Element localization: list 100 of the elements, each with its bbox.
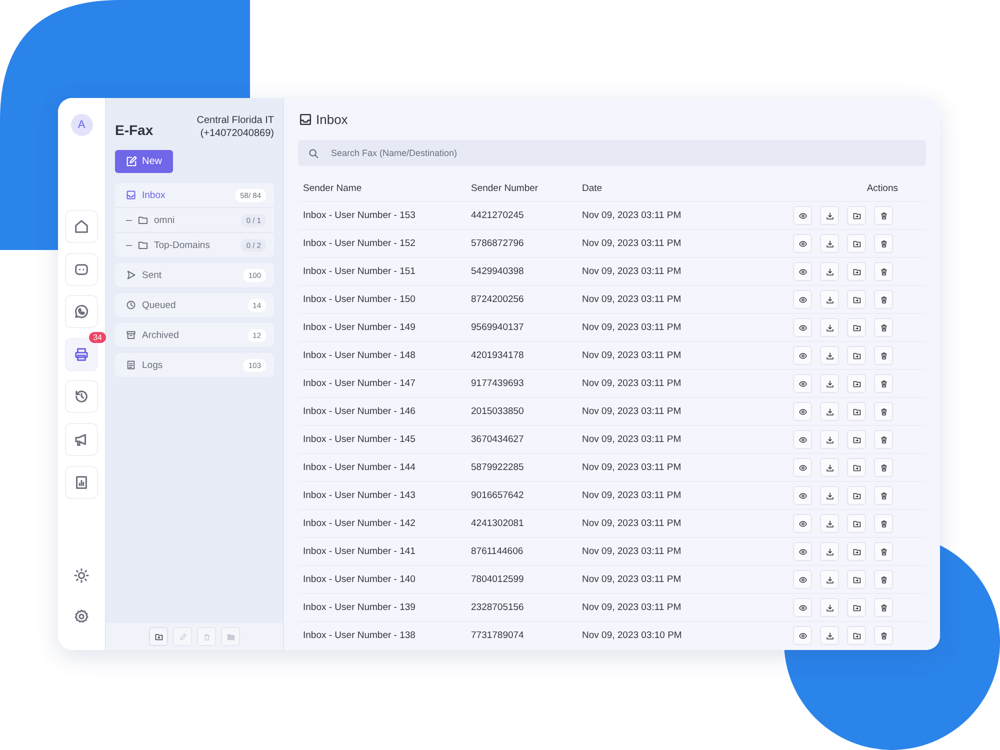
- delete-button[interactable]: [874, 514, 893, 533]
- download-button[interactable]: [820, 570, 839, 589]
- download-button[interactable]: [820, 346, 839, 365]
- move-button[interactable]: [847, 430, 866, 449]
- download-button[interactable]: [820, 598, 839, 617]
- table-cell: 9016657642: [466, 482, 577, 510]
- move-button[interactable]: [847, 346, 866, 365]
- table-cell: Nov 09, 2023 03:11 PM: [577, 594, 732, 622]
- download-button[interactable]: [820, 206, 839, 225]
- table-cell: Inbox - User Number - 149: [298, 314, 466, 342]
- move-button[interactable]: [847, 598, 866, 617]
- download-button[interactable]: [820, 626, 839, 645]
- report-icon: [74, 474, 89, 490]
- rail-nav-button[interactable]: [65, 422, 98, 456]
- move-button[interactable]: [847, 514, 866, 533]
- view-button[interactable]: [793, 206, 812, 225]
- move-button[interactable]: [847, 542, 866, 561]
- folder-tool-button[interactable]: [149, 627, 168, 646]
- download-button[interactable]: [820, 402, 839, 421]
- folder-icon: [138, 215, 148, 225]
- avatar[interactable]: A: [70, 114, 92, 136]
- table-cell: 5786872796: [466, 230, 577, 258]
- delete-button[interactable]: [874, 234, 893, 253]
- trash-icon: [880, 632, 888, 640]
- download-button[interactable]: [820, 262, 839, 281]
- delete-button[interactable]: [874, 346, 893, 365]
- download-button[interactable]: [820, 374, 839, 393]
- move-button[interactable]: [847, 318, 866, 337]
- download-icon: [826, 240, 834, 248]
- move-button[interactable]: [847, 206, 866, 225]
- move-button[interactable]: [847, 234, 866, 253]
- table-cell: 4201934178: [466, 342, 577, 370]
- move-button[interactable]: [847, 458, 866, 477]
- download-button[interactable]: [820, 458, 839, 477]
- view-button[interactable]: [793, 346, 812, 365]
- delete-button[interactable]: [874, 262, 893, 281]
- rail-nav-button[interactable]: [65, 295, 98, 328]
- search-field[interactable]: Search Fax (Name/Destination): [298, 140, 926, 166]
- folder-arrow-icon: [852, 548, 860, 556]
- download-button[interactable]: [820, 514, 839, 533]
- delete-button[interactable]: [874, 430, 893, 449]
- view-button[interactable]: [793, 374, 812, 393]
- download-icon: [826, 380, 834, 388]
- delete-button[interactable]: [874, 402, 893, 421]
- delete-button[interactable]: [874, 374, 893, 393]
- delete-button[interactable]: [874, 542, 893, 561]
- delete-button[interactable]: [874, 458, 893, 477]
- move-button[interactable]: [847, 374, 866, 393]
- delete-button[interactable]: [874, 486, 893, 505]
- view-button[interactable]: [793, 542, 812, 561]
- rail-nav-button[interactable]: [65, 466, 98, 499]
- download-icon: [826, 324, 834, 332]
- delete-button[interactable]: [874, 206, 893, 225]
- download-button[interactable]: [820, 234, 839, 253]
- table-cell: Inbox - User Number - 143: [298, 482, 466, 510]
- download-button[interactable]: [820, 542, 839, 561]
- download-button[interactable]: [820, 430, 839, 449]
- move-button[interactable]: [847, 570, 866, 589]
- delete-button[interactable]: [874, 290, 893, 309]
- move-button[interactable]: [847, 486, 866, 505]
- view-button[interactable]: [793, 318, 812, 337]
- move-button[interactable]: [847, 626, 866, 645]
- rail-nav-button[interactable]: [65, 380, 98, 414]
- rail-nav-button[interactable]: [65, 252, 98, 286]
- download-button[interactable]: [820, 290, 839, 309]
- new-fax-button[interactable]: New: [115, 150, 174, 173]
- trash-icon: [202, 632, 210, 640]
- view-button[interactable]: [793, 290, 812, 309]
- settings-button[interactable]: [74, 609, 89, 624]
- rail-nav-button[interactable]: [65, 210, 98, 243]
- view-button[interactable]: [793, 402, 812, 421]
- delete-button[interactable]: [874, 626, 893, 645]
- delete-button[interactable]: [874, 598, 893, 617]
- view-button[interactable]: [793, 430, 812, 449]
- view-button[interactable]: [793, 486, 812, 505]
- download-button[interactable]: [820, 486, 839, 505]
- view-button[interactable]: [793, 458, 812, 477]
- edit-icon: [126, 156, 137, 167]
- tray-icon: [299, 113, 312, 126]
- download-button[interactable]: [820, 318, 839, 337]
- view-button[interactable]: [793, 234, 812, 253]
- home-icon: [74, 219, 89, 234]
- delete-button[interactable]: [874, 318, 893, 337]
- delete-button[interactable]: [874, 570, 893, 589]
- theme-toggle-button[interactable]: [74, 568, 89, 583]
- view-button[interactable]: [793, 570, 812, 589]
- move-button[interactable]: [847, 290, 866, 309]
- view-button[interactable]: [793, 598, 812, 617]
- view-button[interactable]: [793, 626, 812, 645]
- table-cell: 2328705156: [466, 594, 577, 622]
- table-cell: 3670434627: [466, 426, 577, 454]
- view-button[interactable]: [793, 262, 812, 281]
- view-button[interactable]: [793, 514, 812, 533]
- eye-icon: [798, 520, 806, 528]
- move-button[interactable]: [847, 402, 866, 421]
- page-title: Inbox: [316, 112, 348, 127]
- table-cell: Nov 09, 2023 03:11 PM: [577, 398, 732, 426]
- move-button[interactable]: [847, 262, 866, 281]
- eye-icon: [798, 296, 806, 304]
- table-cell: Nov 09, 2023 03:11 PM: [577, 258, 732, 286]
